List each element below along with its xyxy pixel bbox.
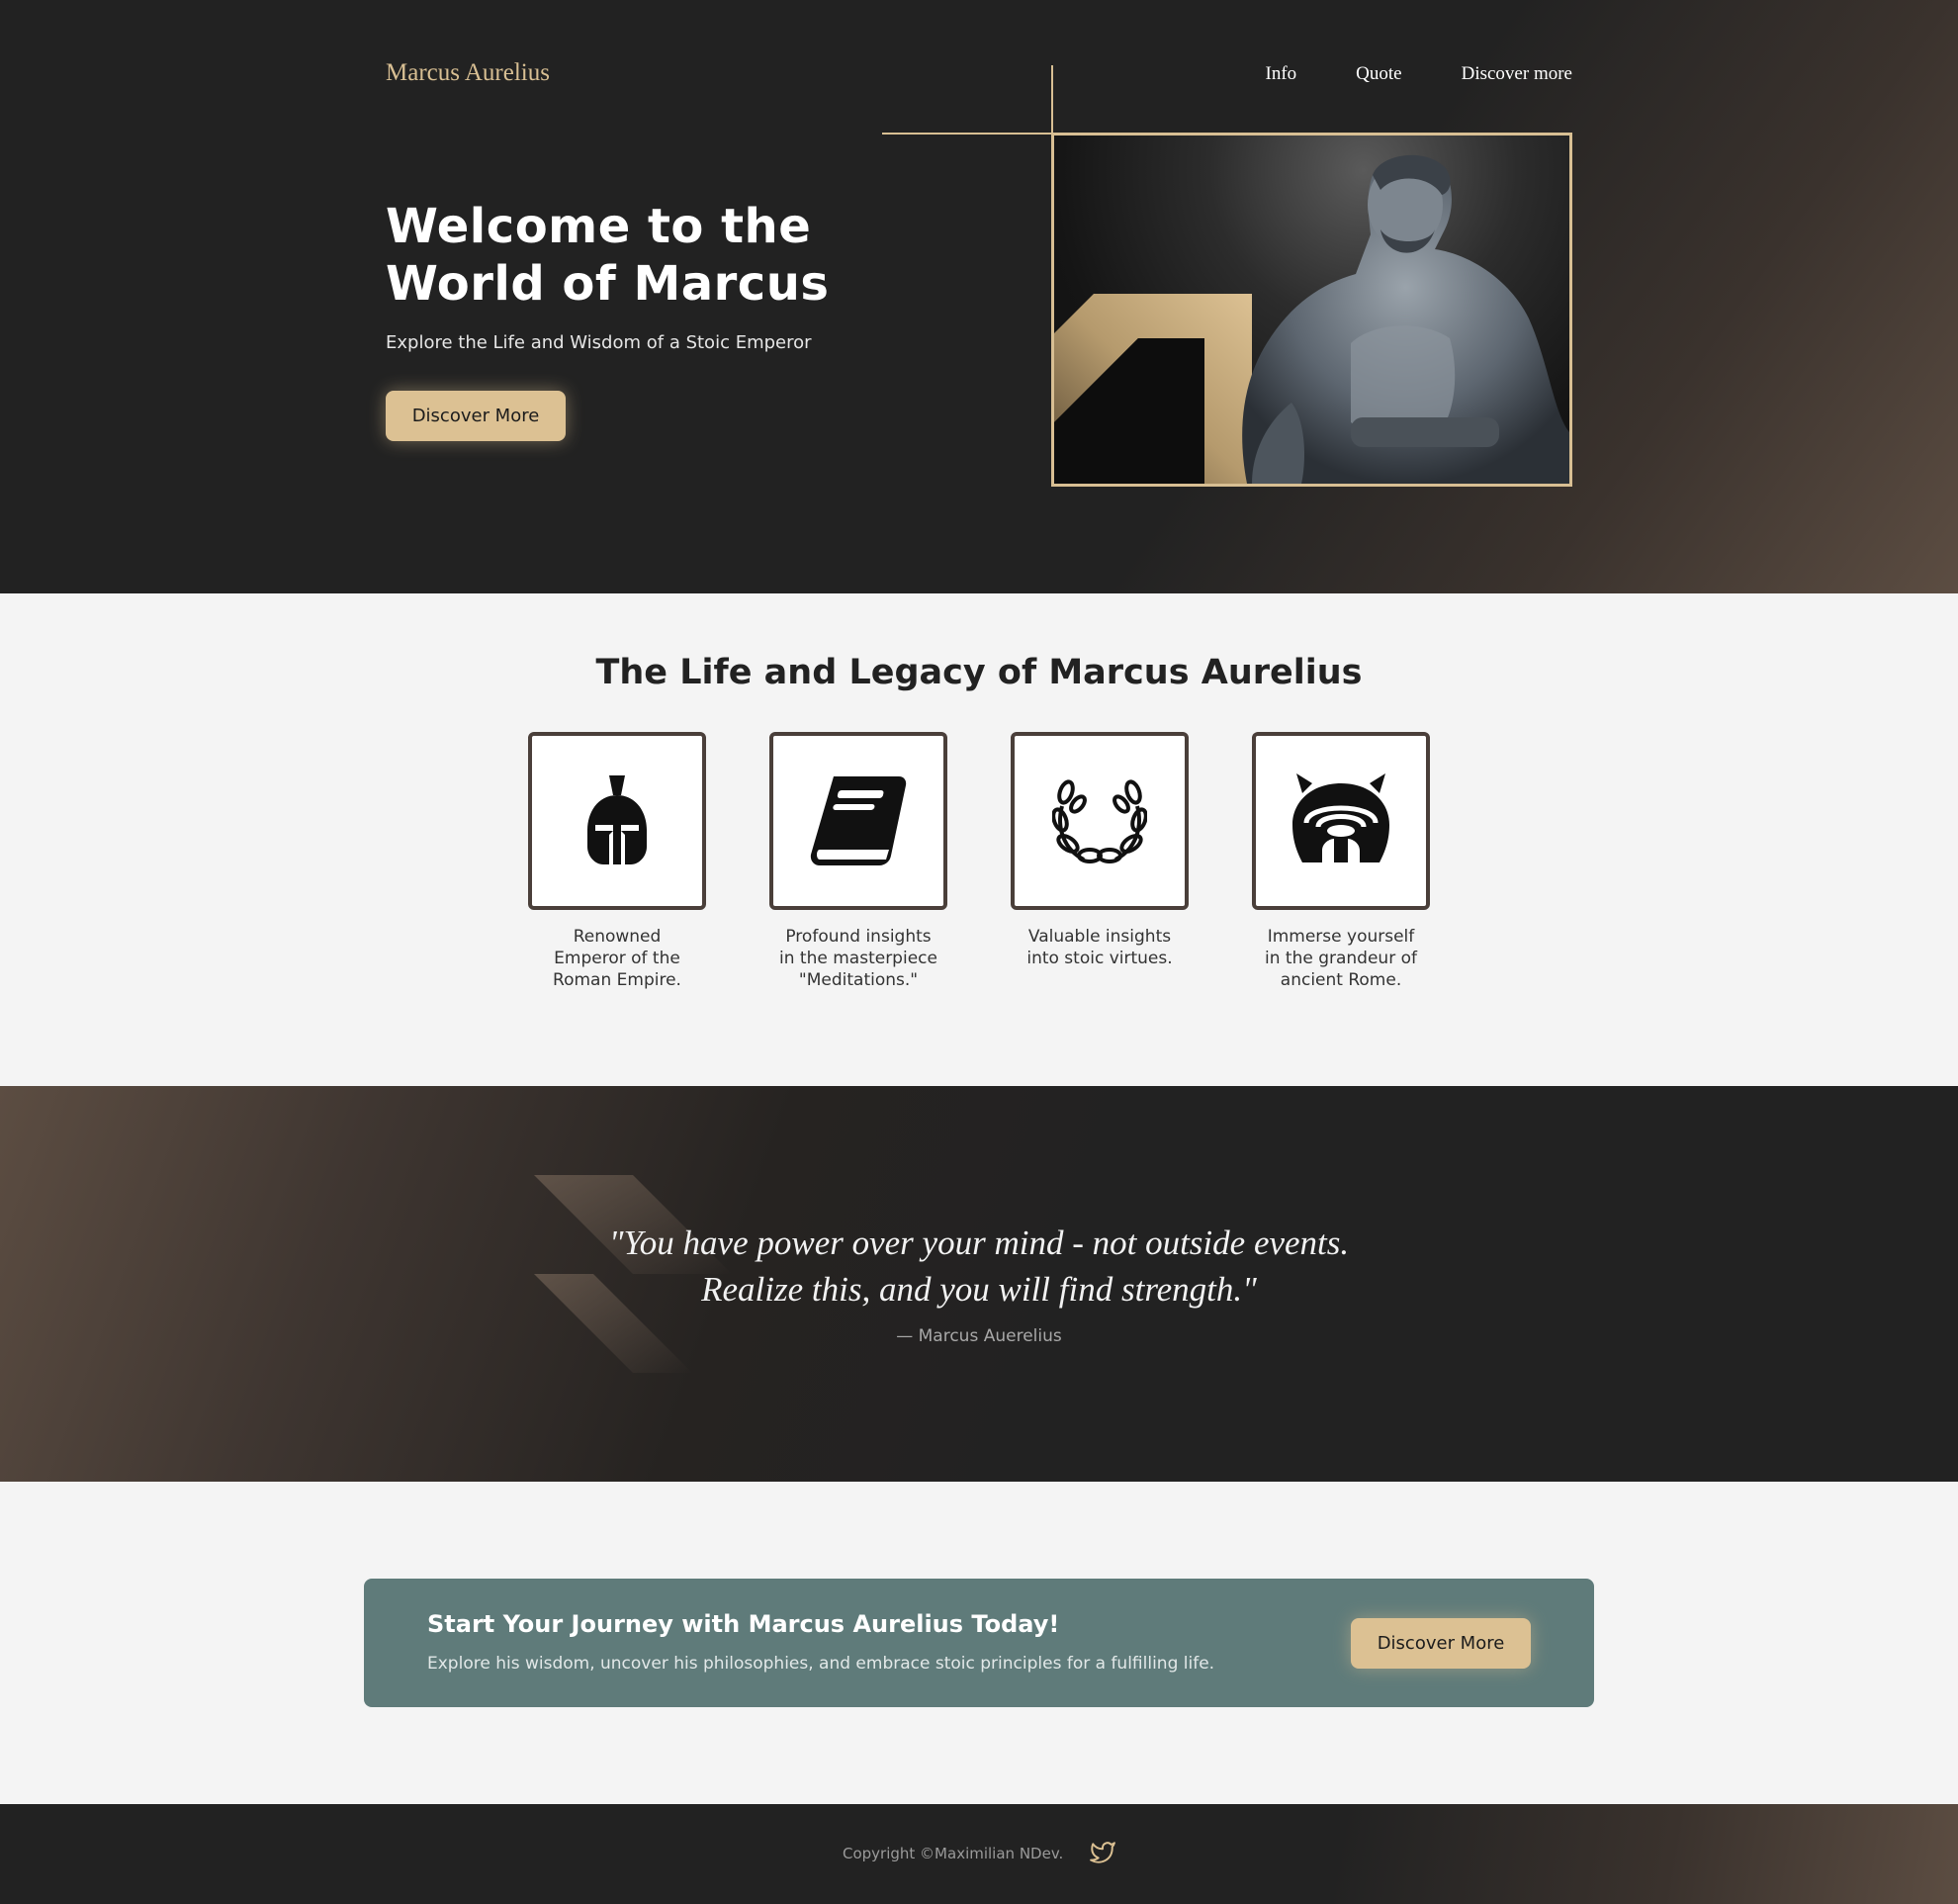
quote-line-2: Realize this, and you will find strength…: [701, 1270, 1257, 1309]
brand-logo[interactable]: Marcus Aurelius: [386, 59, 550, 87]
legacy-card-rome: Immerse yourself in the grandeur of anci…: [1252, 732, 1430, 991]
quote-author: — Marcus Auerelius: [896, 1326, 1062, 1346]
cta-subtitle: Explore his wisdom, uncover his philosop…: [427, 1654, 1215, 1674]
legacy-card-meditations: Profound insights in the masterpiece "Me…: [769, 732, 947, 991]
quote-line-1: "You have power over your mind - not out…: [608, 1224, 1350, 1262]
laurel-wreath-icon: [1052, 779, 1147, 863]
hero-subtitle: Explore the Life and Wisdom of a Stoic E…: [386, 332, 812, 353]
card-text: Profound insights in the masterpiece "Me…: [779, 927, 937, 990]
card-text: Renowned Emperor of the Roman Empire.: [553, 927, 681, 990]
nav-info[interactable]: Info: [1266, 63, 1297, 85]
marcus-statue-image: [1051, 133, 1572, 487]
legacy-title: The Life and Legacy of Marcus Aurelius: [595, 653, 1363, 692]
hero-discover-button[interactable]: Discover More: [386, 391, 566, 441]
decorative-horizontal-line: [882, 133, 1052, 135]
cta-title: Start Your Journey with Marcus Aurelius …: [427, 1610, 1060, 1638]
cta-discover-button[interactable]: Discover More: [1351, 1618, 1531, 1669]
nav-discover-more[interactable]: Discover more: [1462, 63, 1572, 85]
footer: Copyright ©Maximilian NDev.: [0, 1804, 1958, 1904]
twitter-icon[interactable]: [1090, 1840, 1115, 1865]
legacy-card-virtues: Valuable insights into stoic virtues.: [1011, 732, 1189, 969]
card-icon-box: [1011, 732, 1189, 910]
spartan-helmet-icon: [587, 775, 647, 864]
quote-text: "You have power over your mind - not out…: [0, 1220, 1958, 1313]
colosseum-icon: [1292, 773, 1389, 862]
legacy-section: The Life and Legacy of Marcus Aurelius R…: [0, 593, 1958, 1086]
legacy-card-emperor: Renowned Emperor of the Roman Empire.: [528, 732, 706, 991]
decorative-vertical-line: [1051, 65, 1053, 135]
book-icon: [810, 776, 907, 865]
cta-banner: Start Your Journey with Marcus Aurelius …: [364, 1579, 1594, 1707]
card-icon-box: [528, 732, 706, 910]
card-icon-box: [1252, 732, 1430, 910]
card-text: Immerse yourself in the grandeur of anci…: [1265, 927, 1417, 990]
card-icon-box: [769, 732, 947, 910]
hero-section: Marcus Aurelius Info Quote Discover more…: [0, 0, 1958, 593]
hero-title: Welcome to the World of Marcus: [386, 199, 830, 312]
card-text: Valuable insights into stoic virtues.: [1026, 927, 1173, 968]
statue-illustration: [1054, 154, 1569, 484]
nav-quote[interactable]: Quote: [1356, 63, 1401, 85]
footer-copyright: Copyright ©Maximilian NDev.: [843, 1845, 1064, 1862]
main-nav: Info Quote Discover more: [1266, 63, 1572, 85]
quote-section: "You have power over your mind - not out…: [0, 1086, 1958, 1482]
